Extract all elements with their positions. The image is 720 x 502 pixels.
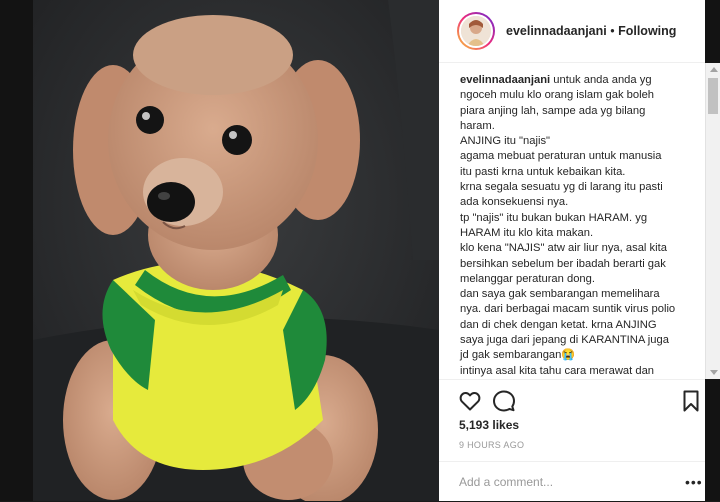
caption-line: piara anjing lah, sampe ada yg bilang (460, 104, 646, 117)
caption-line: intinya asal kita tahu cara merawat dan (460, 364, 655, 377)
caption-line: saya juga dari jepang di KARANTINA juga (460, 334, 669, 347)
header-username[interactable]: evelinnadaanjani (506, 24, 607, 38)
user-avatar-icon (461, 16, 491, 46)
post-modal: evelinnadaanjani • Following evelinnadaa… (0, 0, 720, 501)
caption-line: ngoceh mulu klo orang islam gak boleh (460, 89, 655, 102)
caption-username[interactable]: evelinnadaanjani (460, 74, 550, 86)
scrollbar-thumb[interactable] (708, 78, 718, 114)
caption-line: klo kena "NAJIS" atw air liur nya, asal … (460, 242, 667, 255)
save-button[interactable] (679, 389, 703, 413)
caption-line: bersihkan sebelum ber ibadah berarti gak (460, 257, 666, 270)
comment-icon (493, 390, 515, 412)
caption-line: HARAM itu klo kita makan. (460, 226, 594, 239)
caption-line: dan di chek dengan ketat. krna ANJING (460, 318, 657, 331)
caption-line: dan saya gak sembarangan memelihara (460, 288, 660, 301)
more-options-icon[interactable]: ••• (685, 474, 703, 490)
post-side-panel: evelinnadaanjani • Following evelinnadaa… (439, 0, 705, 501)
avatar[interactable] (457, 12, 495, 50)
header-separator: • (610, 24, 615, 38)
caption-line: agama mebuat peraturan untuk manusia (460, 150, 662, 163)
caption-line: ada konsekuensi nya. (460, 196, 569, 209)
caption-line: ANJING itu "najis" (460, 135, 551, 148)
dog-photo-image (33, 0, 439, 501)
bookmark-icon (683, 390, 699, 412)
avatar-ring (459, 14, 493, 48)
caption-line: evelinnadaanjani untuk anda anda yg (460, 73, 688, 88)
post-photo[interactable] (33, 0, 439, 501)
header-text: evelinnadaanjani • Following (506, 24, 676, 38)
add-comment-row: ••• (439, 461, 705, 502)
like-button[interactable] (458, 389, 482, 413)
caption-scrollbar[interactable] (705, 63, 720, 379)
caption-line: haram. (460, 119, 495, 132)
caption-line: melanggar peraturan dong. (460, 272, 595, 285)
comment-button[interactable] (492, 389, 516, 413)
post-header: evelinnadaanjani • Following (439, 0, 705, 63)
comment-input[interactable] (459, 472, 669, 492)
comments-area[interactable]: evelinnadaanjani untuk anda anda yg ngoc… (439, 63, 705, 379)
following-button[interactable]: Following (618, 24, 676, 38)
caption-line: tp "najis" itu bukan bukan HARAM. yg (460, 211, 648, 224)
post-actions: 5,193 likes 9 HOURS AGO ••• (439, 379, 705, 501)
caption-line: krna segala sesuatu yg di larang itu pas… (460, 181, 663, 194)
avatar-image (461, 16, 491, 46)
heart-icon (459, 392, 481, 411)
likes-count[interactable]: 5,193 likes (459, 418, 519, 432)
scroll-up-arrow-icon[interactable] (710, 67, 718, 72)
scroll-down-arrow-icon[interactable] (710, 370, 718, 375)
caption-text: untuk anda anda yg (553, 74, 652, 86)
post-timestamp[interactable]: 9 HOURS AGO (459, 440, 524, 450)
caption-line: itu pasti krna untuk kebaikan kita. (460, 165, 626, 178)
caption-line: nya. dari berbagai macam suntik virus po… (460, 303, 676, 316)
caption: evelinnadaanjani untuk anda anda yg ngoc… (460, 73, 688, 379)
caption-line: jd gak sembarangan😭 (460, 349, 576, 362)
